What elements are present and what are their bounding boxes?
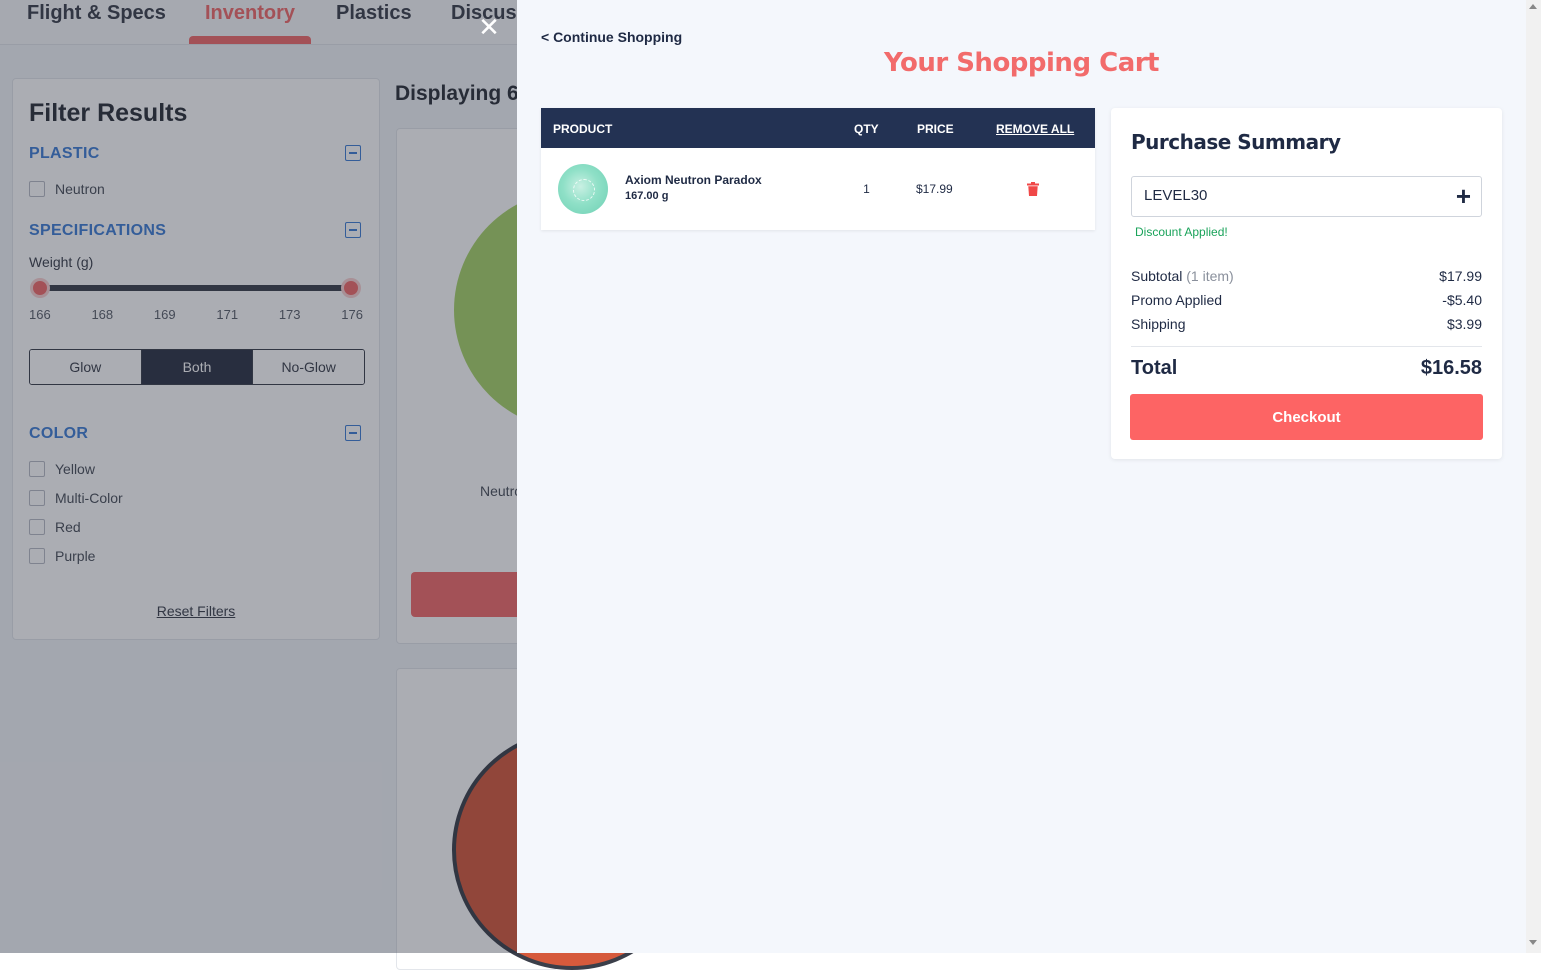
plus-icon[interactable]: +	[1456, 182, 1471, 210]
subtotal-value: $17.99	[1439, 268, 1482, 284]
cart-drawer: < Continue Shopping Your Shopping Cart P…	[517, 0, 1526, 953]
modal-backdrop[interactable]	[0, 0, 517, 953]
continue-shopping-link[interactable]: < Continue Shopping	[541, 29, 682, 45]
subtotal-count: (1 item)	[1186, 268, 1234, 284]
subtotal-row: Subtotal (1 item) $17.99	[1131, 268, 1482, 284]
promo-row: Promo Applied -$5.40	[1131, 292, 1482, 308]
total-row: Total $16.58	[1131, 357, 1482, 380]
subtotal-label: Subtotal	[1131, 268, 1183, 284]
shipping-row: Shipping $3.99	[1131, 316, 1482, 332]
summary-title: Purchase Summary	[1131, 130, 1341, 154]
product-weight: 167.00 g	[625, 190, 669, 202]
discount-applied-message: Discount Applied!	[1135, 225, 1228, 239]
promo-value: -$5.40	[1442, 292, 1482, 308]
scrollbar[interactable]	[1526, 0, 1541, 953]
summary-divider	[1131, 346, 1482, 347]
shipping-label: Shipping	[1131, 316, 1186, 332]
cart-title: Your Shopping Cart	[884, 48, 1159, 78]
scroll-up-arrow-icon[interactable]	[1529, 4, 1537, 9]
product-price: $17.99	[916, 182, 953, 196]
promo-label: Promo Applied	[1131, 292, 1223, 308]
remove-all-button[interactable]: REMOVE ALL	[996, 122, 1074, 136]
cart-table: PRODUCT QTY PRICE REMOVE ALL Axiom Neutr…	[541, 108, 1095, 230]
product-name: Axiom Neutron Paradox	[625, 173, 762, 187]
column-price: PRICE	[917, 122, 954, 136]
cart-item-row: Axiom Neutron Paradox 167.00 g 1 $17.99	[541, 148, 1095, 230]
trash-icon[interactable]	[1027, 182, 1039, 196]
total-label: Total	[1131, 357, 1178, 379]
close-icon[interactable]: ✕	[478, 14, 500, 40]
promo-code-input[interactable]	[1144, 187, 1434, 204]
cart-table-header: PRODUCT QTY PRICE REMOVE ALL	[541, 108, 1095, 148]
promo-code-field: +	[1131, 176, 1482, 217]
column-qty: QTY	[854, 122, 879, 136]
product-thumbnail	[558, 164, 608, 214]
scroll-down-arrow-icon[interactable]	[1529, 940, 1537, 945]
purchase-summary: Purchase Summary + Discount Applied! Sub…	[1111, 108, 1502, 459]
product-qty[interactable]: 1	[859, 182, 874, 196]
column-product: PRODUCT	[553, 122, 613, 136]
checkout-button[interactable]: Checkout	[1130, 394, 1483, 440]
total-value: $16.58	[1420, 357, 1482, 379]
shipping-value: $3.99	[1446, 316, 1482, 332]
